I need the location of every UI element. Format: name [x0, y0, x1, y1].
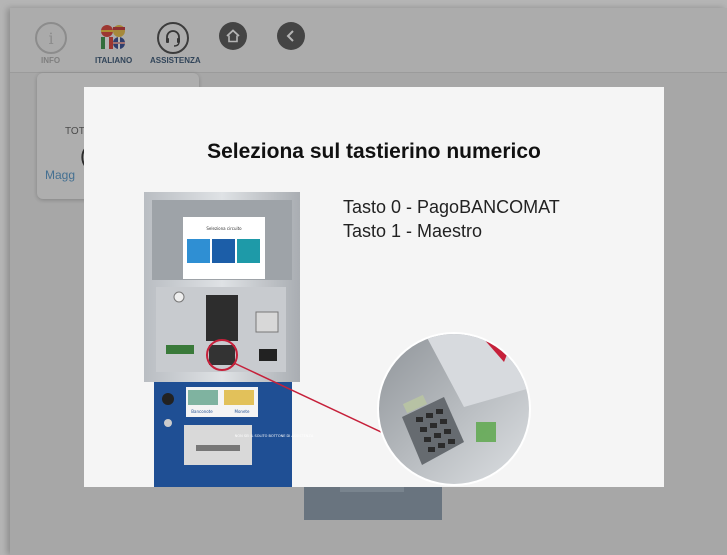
atm-label-banknotes: Banconote — [191, 409, 213, 414]
atm-label-coins: Monete — [235, 409, 250, 414]
instruction-modal: Seleziona sul tastierino numerico Tasto … — [84, 87, 664, 487]
atm-illustration: Seleziona circuito Banconote Monete NON … — [144, 192, 531, 487]
atm-info-text: NON SEI IL SOLITO BOTTONE DI ASSISTENZA — [235, 434, 314, 438]
atm-screen-title: Seleziona circuito — [206, 226, 242, 231]
